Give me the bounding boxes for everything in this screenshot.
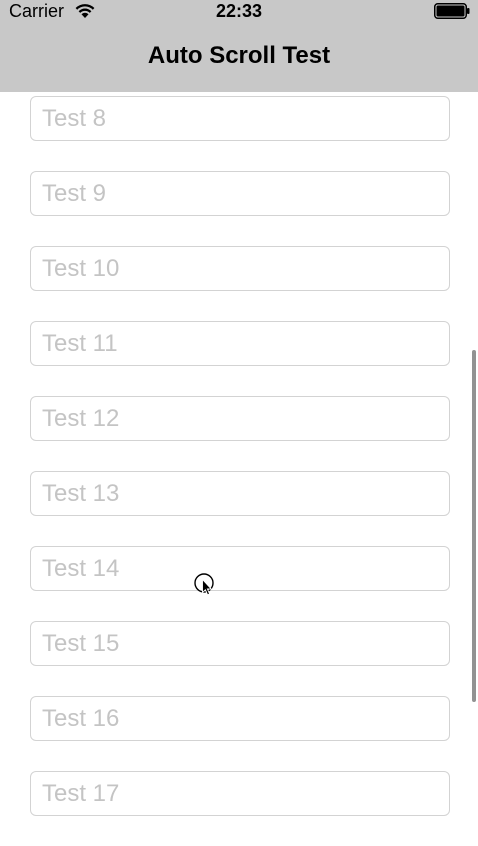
text-field-test-11[interactable] [30, 321, 450, 366]
battery-icon [434, 3, 470, 19]
text-field-test-12[interactable] [30, 396, 450, 441]
text-field-test-14[interactable] [30, 546, 450, 591]
navigation-bar: Carrier 22:33 Auto Scroll Test [0, 0, 478, 92]
mouse-cursor-icon [194, 573, 214, 596]
text-field-test-15[interactable] [30, 621, 450, 666]
text-field-test-9[interactable] [30, 171, 450, 216]
status-bar: Carrier 22:33 [0, 0, 478, 24]
text-field-test-8[interactable] [30, 96, 450, 141]
page-title: Auto Scroll Test [147, 42, 331, 69]
status-time: 22:33 [215, 1, 263, 21]
vertical-scrollbar[interactable] [472, 350, 476, 702]
text-field-test-16[interactable] [30, 696, 450, 741]
scroll-view[interactable] [0, 92, 478, 846]
text-field-test-13[interactable] [30, 471, 450, 516]
text-field-test-17[interactable] [30, 771, 450, 816]
text-field-test-10[interactable] [30, 246, 450, 291]
